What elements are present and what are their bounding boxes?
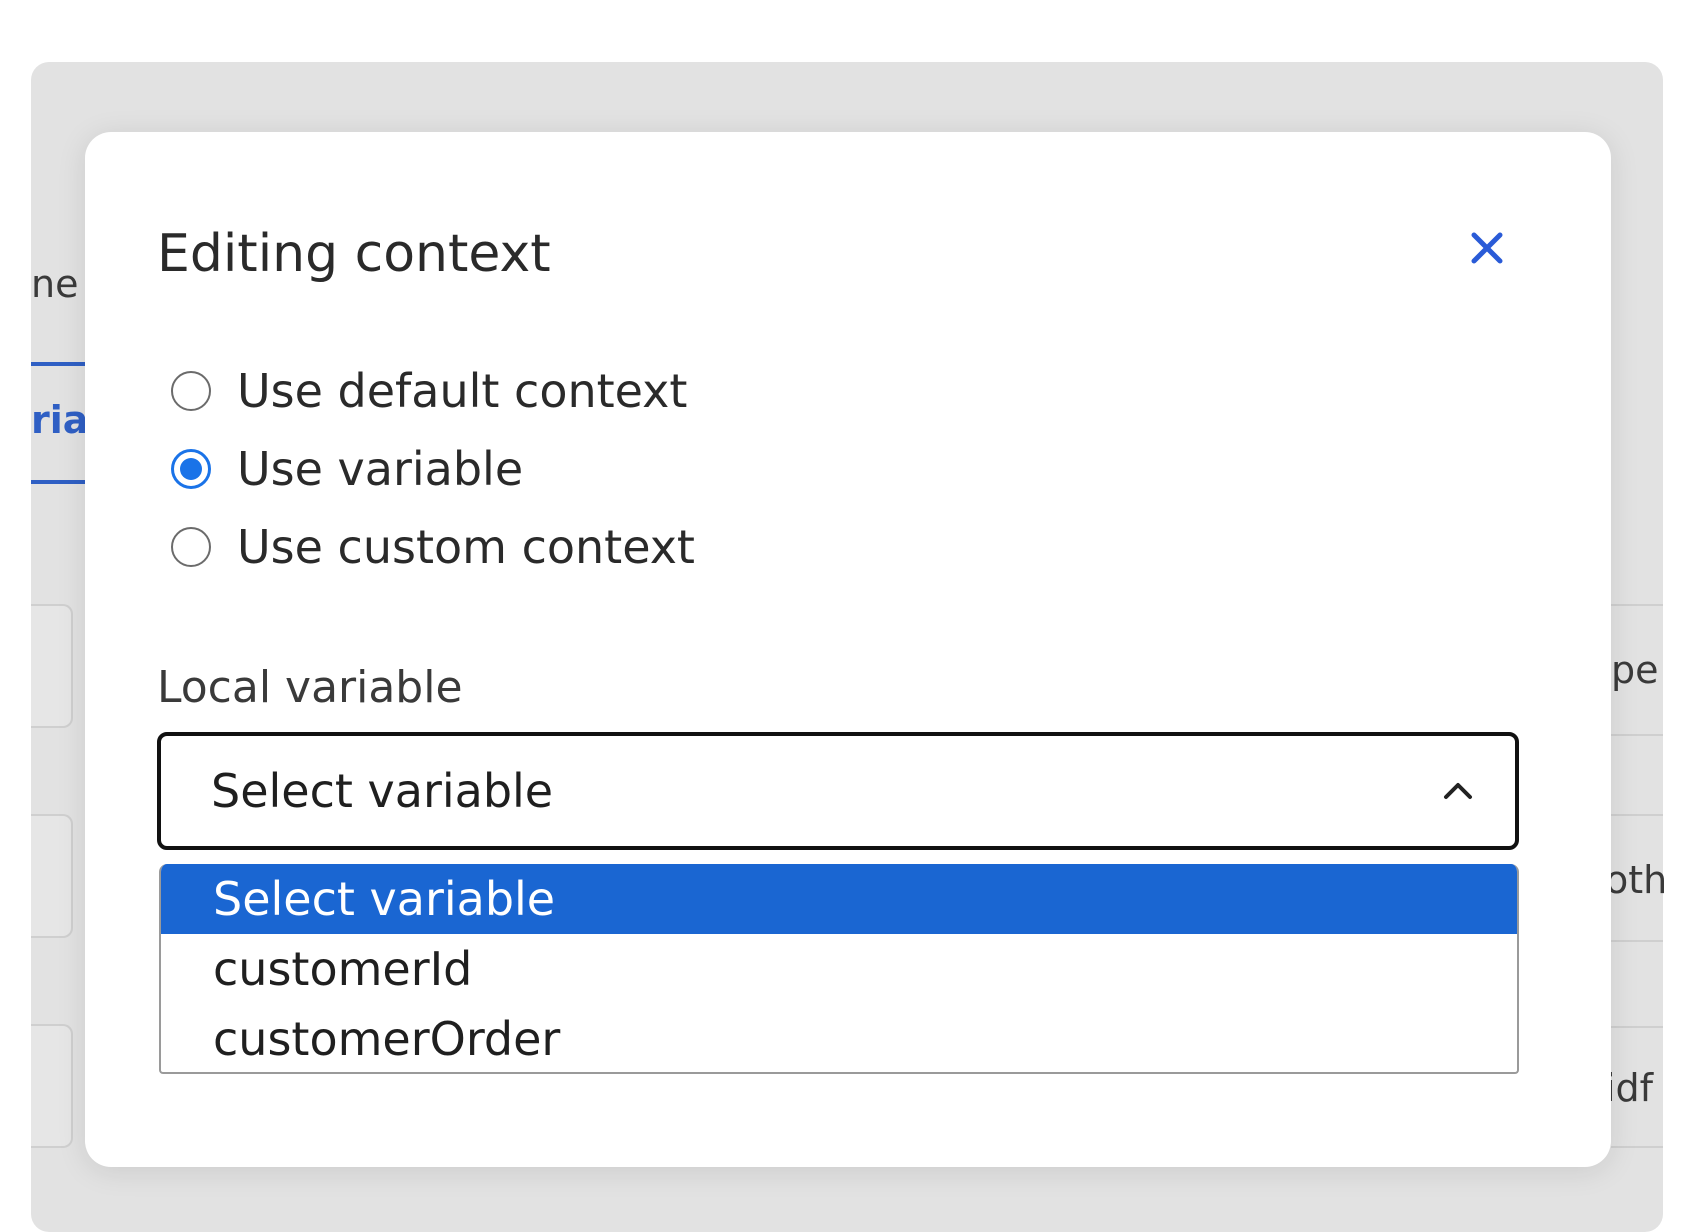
background-divider	[1611, 734, 1663, 736]
radio-default-context[interactable]: Use default context	[171, 364, 687, 418]
background-input-box	[31, 604, 73, 728]
background-divider	[1611, 1146, 1663, 1148]
background-text-fragment: pe	[1611, 648, 1659, 692]
background-tab-indicator	[31, 362, 85, 366]
radio-button[interactable]	[171, 449, 211, 489]
option-customer-order[interactable]: customerOrder	[161, 1004, 1517, 1072]
option-customer-id[interactable]: customerId	[161, 934, 1517, 1004]
close-button[interactable]	[1463, 224, 1511, 272]
select-value: Select variable	[211, 764, 554, 818]
radio-custom-context[interactable]: Use custom context	[171, 520, 695, 574]
dialog-title: Editing context	[157, 224, 551, 284]
radio-use-variable[interactable]: Use variable	[171, 442, 523, 496]
close-icon	[1471, 232, 1503, 264]
background-tab-indicator	[31, 480, 85, 484]
local-variable-label: Local variable	[157, 662, 463, 713]
background-text-fragment: oth	[1605, 858, 1668, 902]
variable-options-list[interactable]: Select variable customerId customerOrder	[159, 864, 1519, 1074]
background-input-box	[31, 814, 73, 938]
radio-button[interactable]	[171, 527, 211, 567]
radio-label: Use default context	[237, 364, 688, 418]
chevron-up-icon	[1444, 783, 1472, 799]
variable-select[interactable]: Select variable	[157, 732, 1519, 850]
background-input-box	[31, 1024, 73, 1148]
background-text-fragment: idf	[1605, 1066, 1654, 1110]
radio-label: Use variable	[237, 442, 524, 496]
option-select-variable[interactable]: Select variable	[161, 864, 1517, 934]
background-divider	[1611, 604, 1663, 606]
editing-context-dialog: Editing context Use default context Use …	[85, 132, 1611, 1167]
radio-label: Use custom context	[237, 520, 695, 574]
radio-button[interactable]	[171, 371, 211, 411]
background-divider	[1611, 940, 1663, 942]
background-divider	[1611, 1026, 1663, 1028]
background-tab-label[interactable]: ria	[31, 398, 88, 442]
background-text-fragment: ne	[31, 262, 79, 306]
background-divider	[1611, 814, 1663, 816]
